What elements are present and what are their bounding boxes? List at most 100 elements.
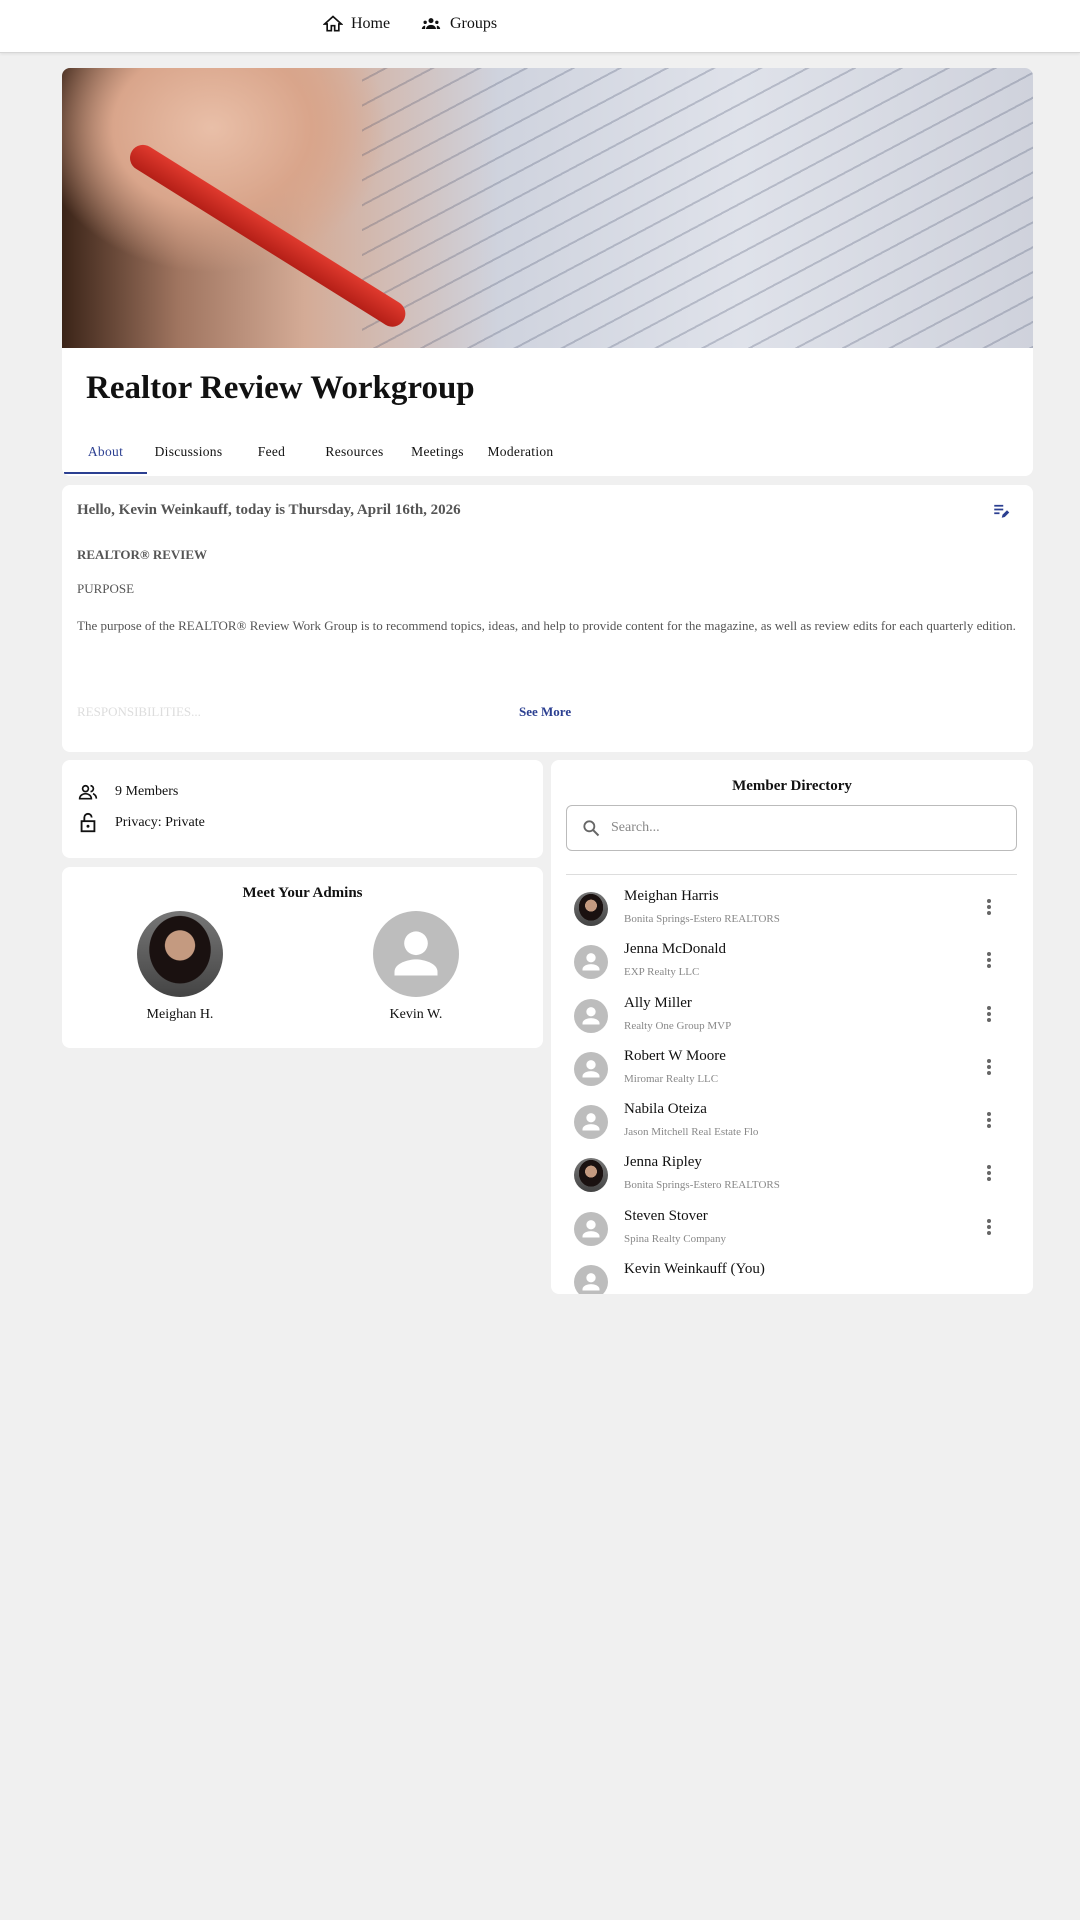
search-icon bbox=[583, 820, 600, 837]
member-list[interactable]: Meighan Harris Bonita Springs-Estero REA… bbox=[551, 880, 1033, 1294]
tab-feed[interactable]: Feed bbox=[230, 430, 313, 474]
more-vert-icon bbox=[987, 1005, 991, 1022]
list-item[interactable]: Steven Stover Spina Realty Company bbox=[551, 1200, 1033, 1253]
person-icon bbox=[582, 1006, 600, 1025]
avatar bbox=[137, 911, 223, 997]
privacy-status: Privacy: Private bbox=[77, 812, 205, 834]
avatar bbox=[574, 1265, 608, 1294]
group-header-card: Realtor Review Workgroup About Discussio… bbox=[62, 68, 1033, 476]
members-label: 9 Members bbox=[115, 784, 179, 799]
nav-home-label: Home bbox=[351, 15, 391, 32]
see-more-link[interactable]: See More bbox=[519, 704, 571, 720]
avatar bbox=[574, 892, 608, 926]
more-vert-icon bbox=[987, 899, 991, 915]
search-box bbox=[566, 805, 1017, 851]
tab-about[interactable]: About bbox=[64, 430, 147, 474]
person-icon bbox=[582, 953, 600, 971]
purpose-text: The purpose of the REALTOR® Review Work … bbox=[77, 618, 1016, 633]
list-item[interactable]: Kevin Weinkauff (You) bbox=[551, 1253, 1033, 1294]
edit-note-icon bbox=[994, 504, 1010, 518]
admin-name: Meighan H. bbox=[146, 1007, 214, 1022]
admins-title: Meet Your Admins bbox=[242, 885, 363, 901]
person-icon bbox=[582, 1273, 600, 1291]
edit-button[interactable] bbox=[991, 502, 1011, 525]
avatar bbox=[373, 911, 459, 997]
greeting: Hello, Kevin Weinkauff, today is Thursda… bbox=[77, 502, 461, 518]
lock-open-icon bbox=[80, 812, 96, 833]
purpose-label: PURPOSE bbox=[77, 581, 135, 596]
member-name: Ally Miller bbox=[624, 994, 692, 1011]
person-icon bbox=[394, 931, 438, 976]
member-organization: Jason Mitchell Real Estate Flo bbox=[624, 1126, 759, 1139]
member-name: Steven Stover bbox=[624, 1207, 708, 1224]
member-name: Jenna Ripley bbox=[624, 1154, 702, 1171]
group-tabs: About Discussions Feed Resources Meeting… bbox=[64, 430, 562, 474]
person-icon bbox=[582, 1219, 600, 1238]
more-vert-icon bbox=[987, 952, 991, 969]
member-organization: Miromar Realty LLC bbox=[624, 1072, 719, 1085]
avatar bbox=[574, 998, 608, 1033]
list-item[interactable]: Nabila Oteiza Jason Mitchell Real Estate… bbox=[551, 1093, 1033, 1146]
person-icon bbox=[582, 1113, 600, 1131]
member-name: Nabila Oteiza bbox=[624, 1101, 707, 1118]
more-vert-icon bbox=[987, 1112, 991, 1129]
nav-groups[interactable]: Groups bbox=[420, 14, 497, 34]
more-options-button[interactable] bbox=[986, 898, 992, 921]
directory-title: Member Directory bbox=[732, 778, 852, 794]
member-name: Meighan Harris bbox=[624, 888, 719, 904]
admin-name: Kevin W. bbox=[389, 1007, 443, 1022]
list-item[interactable]: Jenna Ripley Bonita Springs-Estero REALT… bbox=[551, 1146, 1033, 1199]
members-count: 9 Members bbox=[77, 782, 178, 802]
member-organization: EXP Realty LLC bbox=[624, 966, 700, 979]
more-options-button[interactable] bbox=[986, 1005, 992, 1028]
member-name: Kevin Weinkauff (You) bbox=[624, 1261, 765, 1278]
more-vert-icon bbox=[987, 1218, 991, 1235]
avatar bbox=[574, 1105, 608, 1140]
list-item[interactable]: Jenna McDonald EXP Realty LLC bbox=[551, 933, 1033, 986]
admin-profile[interactable]: Kevin W. bbox=[356, 911, 476, 1023]
about-heading: REALTOR® REVIEW bbox=[77, 547, 207, 562]
about-card: Hello, Kevin Weinkauff, today is Thursda… bbox=[62, 485, 1033, 752]
group-stats-card: 9 Members Privacy: Private bbox=[62, 760, 543, 858]
top-nav-bar: Home Groups bbox=[0, 0, 1080, 53]
member-name: Jenna McDonald bbox=[624, 941, 727, 958]
list-item[interactable]: Robert W Moore Miromar Realty LLC bbox=[551, 1040, 1033, 1093]
divider bbox=[566, 874, 1017, 875]
more-options-button[interactable] bbox=[986, 1218, 992, 1241]
list-item[interactable]: Meighan Harris Bonita Springs-Estero REA… bbox=[551, 880, 1033, 933]
tab-resources[interactable]: Resources bbox=[313, 430, 396, 474]
home-icon bbox=[323, 15, 343, 32]
tab-meetings[interactable]: Meetings bbox=[396, 430, 479, 474]
tab-discussions[interactable]: Discussions bbox=[147, 430, 230, 474]
privacy-label: Privacy: Private bbox=[115, 815, 205, 830]
person-icon bbox=[582, 1059, 600, 1078]
group-cover-image bbox=[62, 68, 1033, 348]
page-title: Realtor Review Workgroup bbox=[86, 370, 475, 406]
member-directory-card: Member Directory Meighan Harris Bonita S… bbox=[551, 760, 1033, 1294]
member-organization: Realty One Group MVP bbox=[624, 1019, 732, 1032]
member-name: Robert W Moore bbox=[624, 1047, 726, 1064]
avatar bbox=[574, 945, 608, 980]
search-input[interactable] bbox=[611, 820, 991, 836]
more-options-button[interactable] bbox=[986, 951, 992, 974]
nav-home[interactable]: Home bbox=[323, 14, 390, 34]
admins-card: Meet Your Admins Meighan H. Kevin W. bbox=[62, 867, 543, 1048]
people-icon bbox=[78, 784, 98, 800]
groups-icon bbox=[421, 18, 441, 29]
tab-moderation[interactable]: Moderation bbox=[479, 430, 562, 474]
more-options-button[interactable] bbox=[986, 1111, 992, 1134]
avatar bbox=[574, 1051, 608, 1086]
more-options-button[interactable] bbox=[986, 1058, 992, 1081]
member-organization: Bonita Springs-Estero REALTORS bbox=[624, 913, 780, 925]
avatar bbox=[574, 1158, 608, 1193]
more-vert-icon bbox=[987, 1165, 991, 1182]
responsibilities-faded: RESPONSIBILITIES... bbox=[77, 704, 201, 719]
member-organization: Bonita Springs-Estero REALTORS bbox=[624, 1179, 780, 1192]
more-options-button[interactable] bbox=[986, 1164, 992, 1187]
admin-profile[interactable]: Meighan H. bbox=[120, 911, 240, 1023]
nav-groups-label: Groups bbox=[450, 15, 498, 32]
member-organization: Spina Realty Company bbox=[624, 1232, 727, 1245]
more-vert-icon bbox=[987, 1058, 991, 1075]
list-item[interactable]: Ally Miller Realty One Group MVP bbox=[551, 987, 1033, 1040]
avatar bbox=[574, 1211, 608, 1246]
